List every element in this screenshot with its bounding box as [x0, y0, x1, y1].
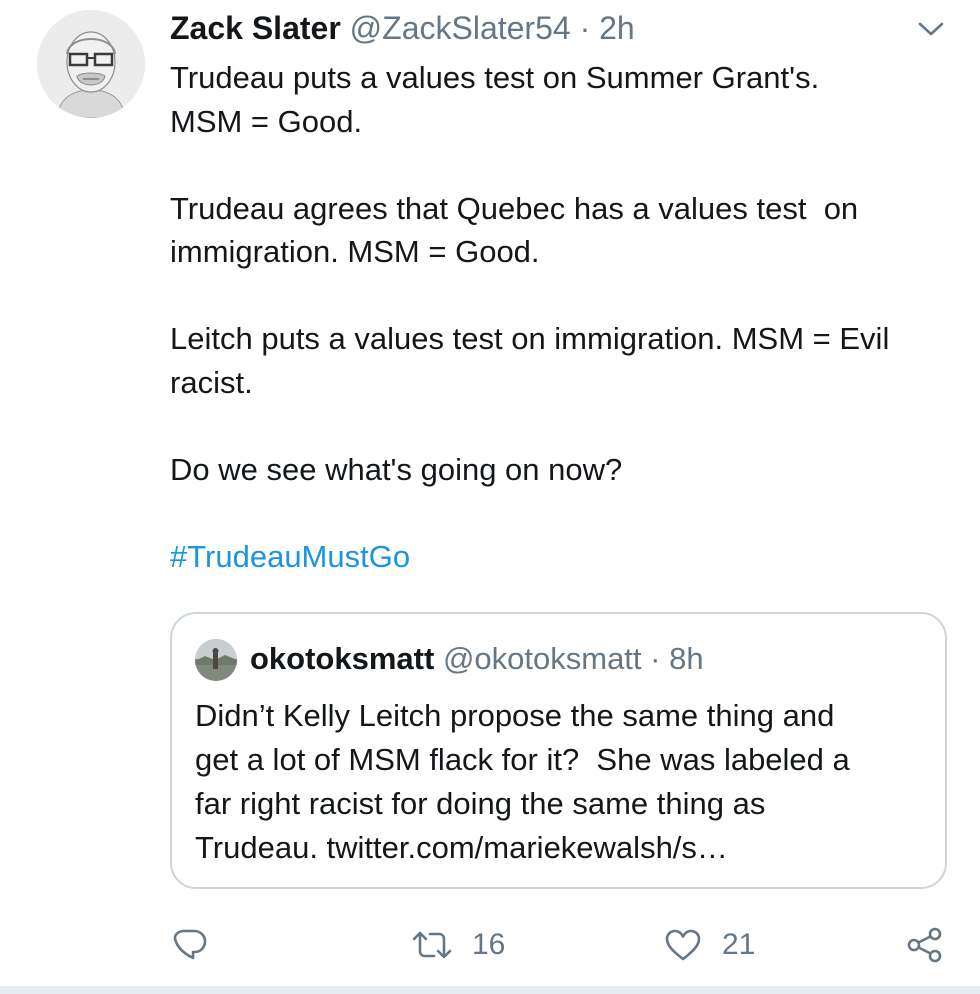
tweet-line: racist.	[170, 364, 253, 400]
tweet-actions: 16 21	[0, 920, 980, 970]
tweet-divider	[0, 986, 980, 994]
quoted-line: Didn’t Kelly Leitch propose the same thi…	[195, 698, 835, 733]
author-name[interactable]: Zack Slater	[170, 10, 341, 46]
author-handle[interactable]: @ZackSlater54	[350, 10, 571, 46]
avatar-landscape-photo	[195, 639, 237, 681]
tweet-line: Trudeau agrees that Quebec has a values …	[170, 190, 859, 226]
tweet-line: MSM = Good.	[170, 103, 363, 139]
reply-icon	[173, 929, 207, 960]
like-button[interactable]: 21	[664, 920, 755, 970]
tweet-line: immigration. MSM = Good.	[170, 234, 540, 269]
quoted-author-name[interactable]: okotoksmatt	[250, 641, 434, 676]
tweet-timestamp[interactable]: 2h	[599, 10, 635, 46]
quoted-tweet[interactable]: okotoksmatt @okotoksmatt · 8h Didn’t Kel…	[170, 612, 947, 889]
author-avatar[interactable]	[37, 10, 145, 118]
retweet-count: 16	[472, 928, 506, 961]
tweet-line: Do we see what's going on now?	[170, 451, 623, 487]
reply-button[interactable]	[172, 920, 208, 970]
header-separator: ·	[650, 641, 661, 676]
tweet-line: Trudeau puts a values test on Summer Gra…	[170, 60, 820, 95]
tweet-header: Zack Slater @ZackSlater54 · 2h	[170, 8, 635, 48]
hashtag-link[interactable]: #TrudeauMustGo	[170, 535, 960, 579]
tweet-text: Trudeau puts a values test on Summer Gra…	[170, 56, 960, 578]
chevron-down-icon[interactable]	[916, 18, 946, 40]
share-icon	[907, 927, 942, 963]
heart-icon	[665, 929, 701, 961]
retweet-icon	[412, 931, 452, 959]
quoted-author-avatar[interactable]	[195, 639, 237, 681]
quoted-tweet-timestamp[interactable]: 8h	[669, 641, 703, 676]
header-separator: ·	[579, 10, 591, 46]
quoted-line: get a lot of MSM flack for it? She was l…	[195, 742, 850, 777]
share-button[interactable]	[906, 920, 944, 970]
quoted-tweet-header: okotoksmatt @okotoksmatt · 8h	[250, 640, 704, 678]
avatar-portrait-sketch	[37, 10, 145, 118]
quoted-line: Trudeau. twitter.com/mariekewalsh/s…	[195, 830, 728, 865]
tweet-line: Leitch puts a values test on immigration…	[170, 321, 890, 356]
quoted-line: far right racist for doing the same thin…	[195, 786, 766, 821]
like-count: 21	[722, 928, 756, 961]
tweet-card[interactable]: Zack Slater @ZackSlater54 · 2h Trudeau p…	[0, 0, 980, 994]
retweet-button[interactable]: 16	[412, 920, 505, 970]
quoted-tweet-text: Didn’t Kelly Leitch propose the same thi…	[195, 694, 925, 870]
quoted-author-handle[interactable]: @okotoksmatt	[443, 641, 642, 676]
